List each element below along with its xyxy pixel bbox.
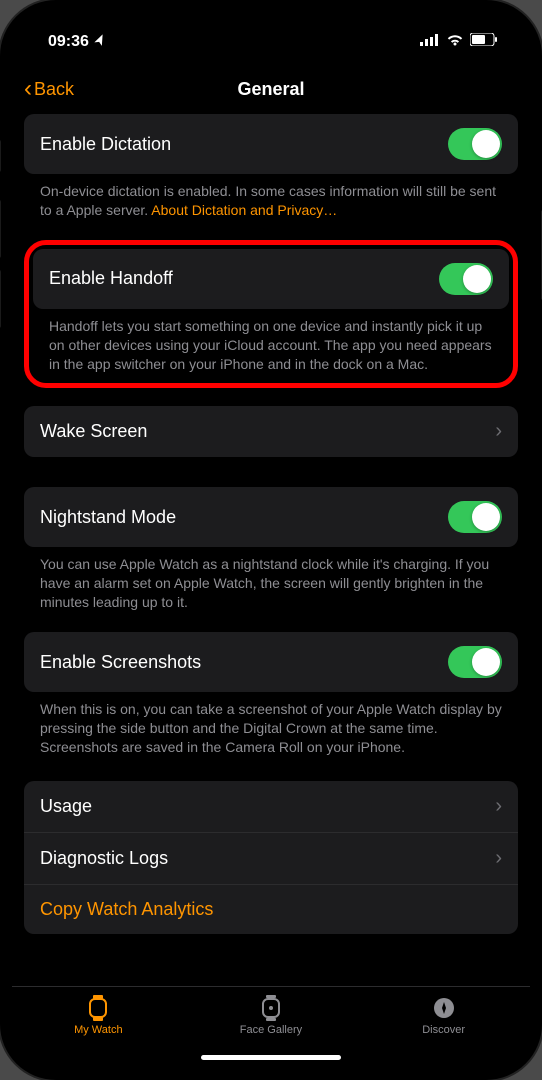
cellular-signal-icon <box>420 33 440 51</box>
enable-handoff-row[interactable]: Enable Handoff <box>33 249 509 309</box>
copy-watch-analytics-row[interactable]: Copy Watch Analytics <box>24 885 518 934</box>
nightstand-mode-label: Nightstand Mode <box>40 507 176 528</box>
nightstand-description: You can use Apple Watch as a nightstand … <box>24 547 518 622</box>
volume-down <box>0 270 1 328</box>
diagnostic-logs-label: Diagnostic Logs <box>40 848 168 869</box>
dictation-privacy-link[interactable]: About Dictation and Privacy… <box>151 202 337 218</box>
handoff-highlight: Enable Handoff Handoff lets you start so… <box>24 240 518 389</box>
chevron-right-icon: › <box>495 795 502 818</box>
enable-screenshots-row[interactable]: Enable Screenshots <box>24 632 518 692</box>
compass-icon <box>432 995 456 1021</box>
toggle-knob <box>463 265 491 293</box>
enable-handoff-label: Enable Handoff <box>49 268 173 289</box>
volume-up <box>0 200 1 258</box>
toggle-knob <box>472 648 500 676</box>
enable-dictation-label: Enable Dictation <box>40 134 171 155</box>
copy-watch-analytics-label: Copy Watch Analytics <box>40 899 213 920</box>
tab-my-watch[interactable]: My Watch <box>48 995 148 1036</box>
wifi-icon <box>446 33 464 51</box>
screenshots-description: When this is on, you can take a screensh… <box>24 692 518 767</box>
toggle-knob <box>472 130 500 158</box>
chevron-right-icon: › <box>495 847 502 870</box>
tab-discover[interactable]: Discover <box>394 995 494 1036</box>
location-services-icon <box>90 32 109 53</box>
handoff-description: Handoff lets you start something on one … <box>33 309 509 378</box>
chevron-left-icon: ‹ <box>24 77 32 101</box>
chevron-right-icon: › <box>495 420 502 443</box>
tab-face-gallery-label: Face Gallery <box>240 1024 302 1036</box>
usage-group: Usage › Diagnostic Logs › Copy Watch Ana… <box>24 781 518 934</box>
enable-handoff-toggle[interactable] <box>439 263 493 295</box>
face-gallery-icon <box>261 995 281 1021</box>
enable-screenshots-label: Enable Screenshots <box>40 652 201 673</box>
home-indicator[interactable] <box>201 1055 341 1060</box>
wake-screen-row[interactable]: Wake Screen › <box>24 406 518 457</box>
wake-screen-label: Wake Screen <box>40 421 147 442</box>
usage-row[interactable]: Usage › <box>24 781 518 833</box>
nav-bar: ‹ Back General <box>12 66 530 112</box>
enable-dictation-row[interactable]: Enable Dictation <box>24 114 518 174</box>
dictation-description: On-device dictation is enabled. In some … <box>24 174 518 230</box>
enable-dictation-toggle[interactable] <box>448 128 502 160</box>
nightstand-mode-row[interactable]: Nightstand Mode <box>24 487 518 547</box>
phone-frame: 09:36 ‹ Back Gen <box>0 0 542 1080</box>
page-title: General <box>237 79 304 100</box>
back-button[interactable]: ‹ Back <box>24 77 74 101</box>
screen: 09:36 ‹ Back Gen <box>12 12 530 1068</box>
diagnostic-logs-row[interactable]: Diagnostic Logs › <box>24 833 518 885</box>
toggle-knob <box>472 503 500 531</box>
tab-face-gallery[interactable]: Face Gallery <box>221 995 321 1036</box>
back-label: Back <box>34 79 74 100</box>
nightstand-mode-toggle[interactable] <box>448 501 502 533</box>
enable-screenshots-toggle[interactable] <box>448 646 502 678</box>
content-scroll[interactable]: Enable Dictation On-device dictation is … <box>12 112 530 986</box>
status-time: 09:36 <box>48 33 89 51</box>
tab-discover-label: Discover <box>422 1024 465 1036</box>
mute-switch <box>0 140 1 172</box>
battery-icon <box>470 33 498 51</box>
notch <box>181 12 361 40</box>
tab-my-watch-label: My Watch <box>74 1024 123 1036</box>
usage-label: Usage <box>40 796 92 817</box>
watch-icon <box>87 995 109 1021</box>
